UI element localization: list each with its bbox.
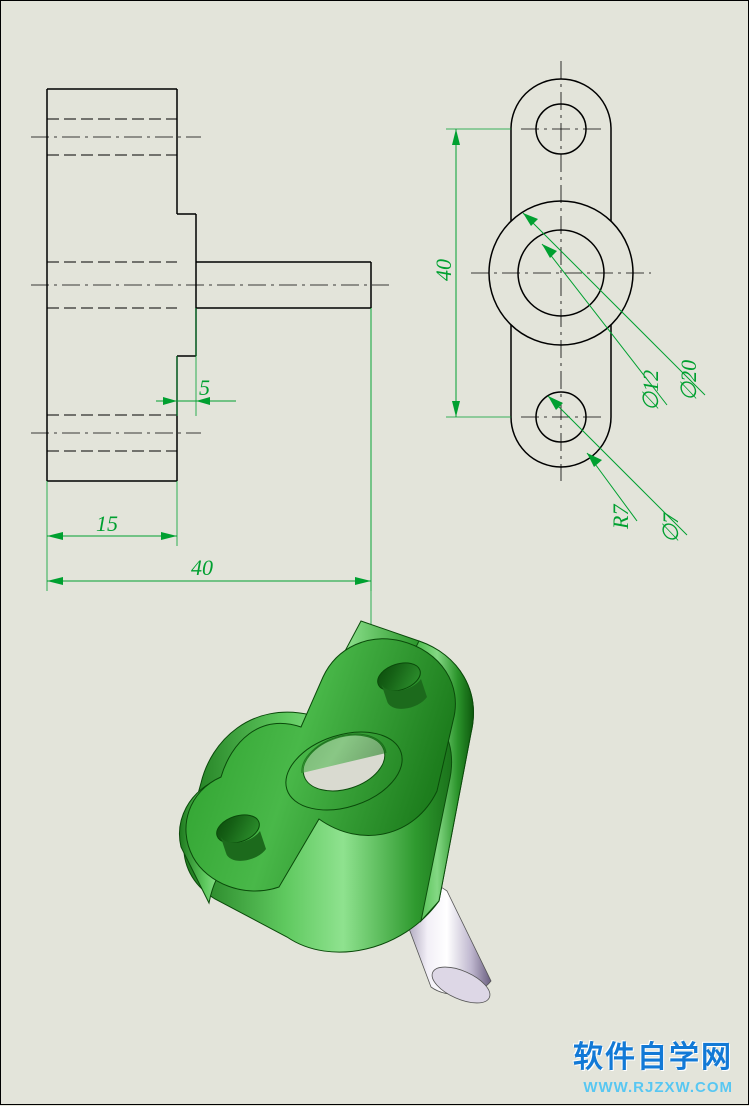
dim-dia7: ∅7	[658, 512, 683, 543]
dim-r7: R7	[608, 504, 633, 530]
dim-dia20: ∅20	[676, 360, 701, 401]
side-view	[31, 89, 389, 481]
side-view-dims: 15 5 40	[47, 308, 371, 591]
dim-40-horiz: 40	[191, 555, 213, 580]
drawing-canvas: 15 5 40	[1, 1, 749, 1106]
front-view	[471, 61, 651, 481]
dim-5: 5	[199, 375, 210, 400]
dim-40-vert: 40	[431, 259, 456, 281]
watermark-url: WWW.RJZXW.COM	[583, 1079, 733, 1096]
watermark-title: 软件自学网	[573, 1032, 733, 1076]
dim-dia12: ∅12	[638, 370, 663, 411]
isometric-view	[180, 621, 495, 1010]
front-view-dims: 40 ∅20 ∅12 R7 ∅7	[431, 129, 705, 543]
dim-15: 15	[96, 511, 118, 536]
